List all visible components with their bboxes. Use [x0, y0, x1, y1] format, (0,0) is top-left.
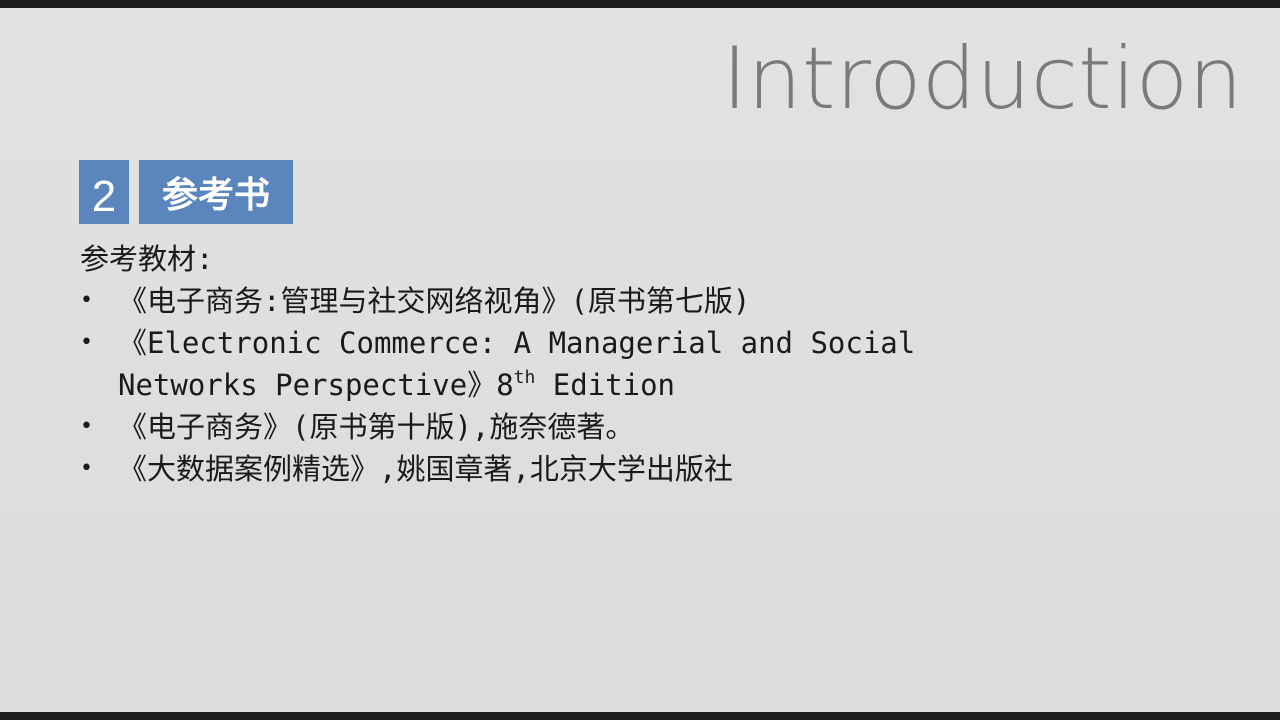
- reference-text: 《Electronic Commerce: A Managerial and S…: [118, 326, 916, 402]
- reference-superscript: th: [513, 367, 536, 388]
- bullet-icon: •: [80, 414, 93, 439]
- section-number-badge: 2: [79, 160, 129, 224]
- reference-item: • 《电子商务:管理与社交网络视角》(原书第七版): [80, 280, 920, 322]
- reference-text: 《电子商务:管理与社交网络视角》(原书第七版): [118, 284, 751, 318]
- reference-text: 《大数据案例精选》,姚国章著,北京大学出版社: [118, 452, 733, 486]
- reference-item: • 《Electronic Commerce: A Managerial and…: [80, 322, 920, 406]
- reference-list: • 《电子商务:管理与社交网络视角》(原书第七版) • 《Electronic …: [80, 280, 920, 490]
- reference-item: • 《大数据案例精选》,姚国章著,北京大学出版社: [80, 448, 920, 490]
- bullet-icon: •: [80, 456, 93, 481]
- bullet-icon: •: [80, 288, 93, 313]
- slide: Introduction 2 参考书 参考教材: • 《电子商务:管理与社交网络…: [0, 8, 1280, 712]
- reference-item: • 《电子商务》(原书第十版),施奈德著。: [80, 406, 920, 448]
- reference-text-tail: Edition: [535, 368, 676, 402]
- presentation-frame: Introduction 2 参考书 参考教材: • 《电子商务:管理与社交网络…: [0, 0, 1280, 720]
- intro-text: 参考教材:: [80, 242, 214, 276]
- bullet-icon: •: [80, 330, 93, 355]
- section-header: 2 参考书: [79, 160, 293, 224]
- slide-content: 参考教材: • 《电子商务:管理与社交网络视角》(原书第七版) • 《Elect…: [80, 238, 920, 490]
- slide-title: Introduction: [722, 29, 1243, 129]
- reference-text: 《电子商务》(原书第十版),施奈德著。: [118, 410, 635, 444]
- section-label-badge: 参考书: [139, 160, 293, 224]
